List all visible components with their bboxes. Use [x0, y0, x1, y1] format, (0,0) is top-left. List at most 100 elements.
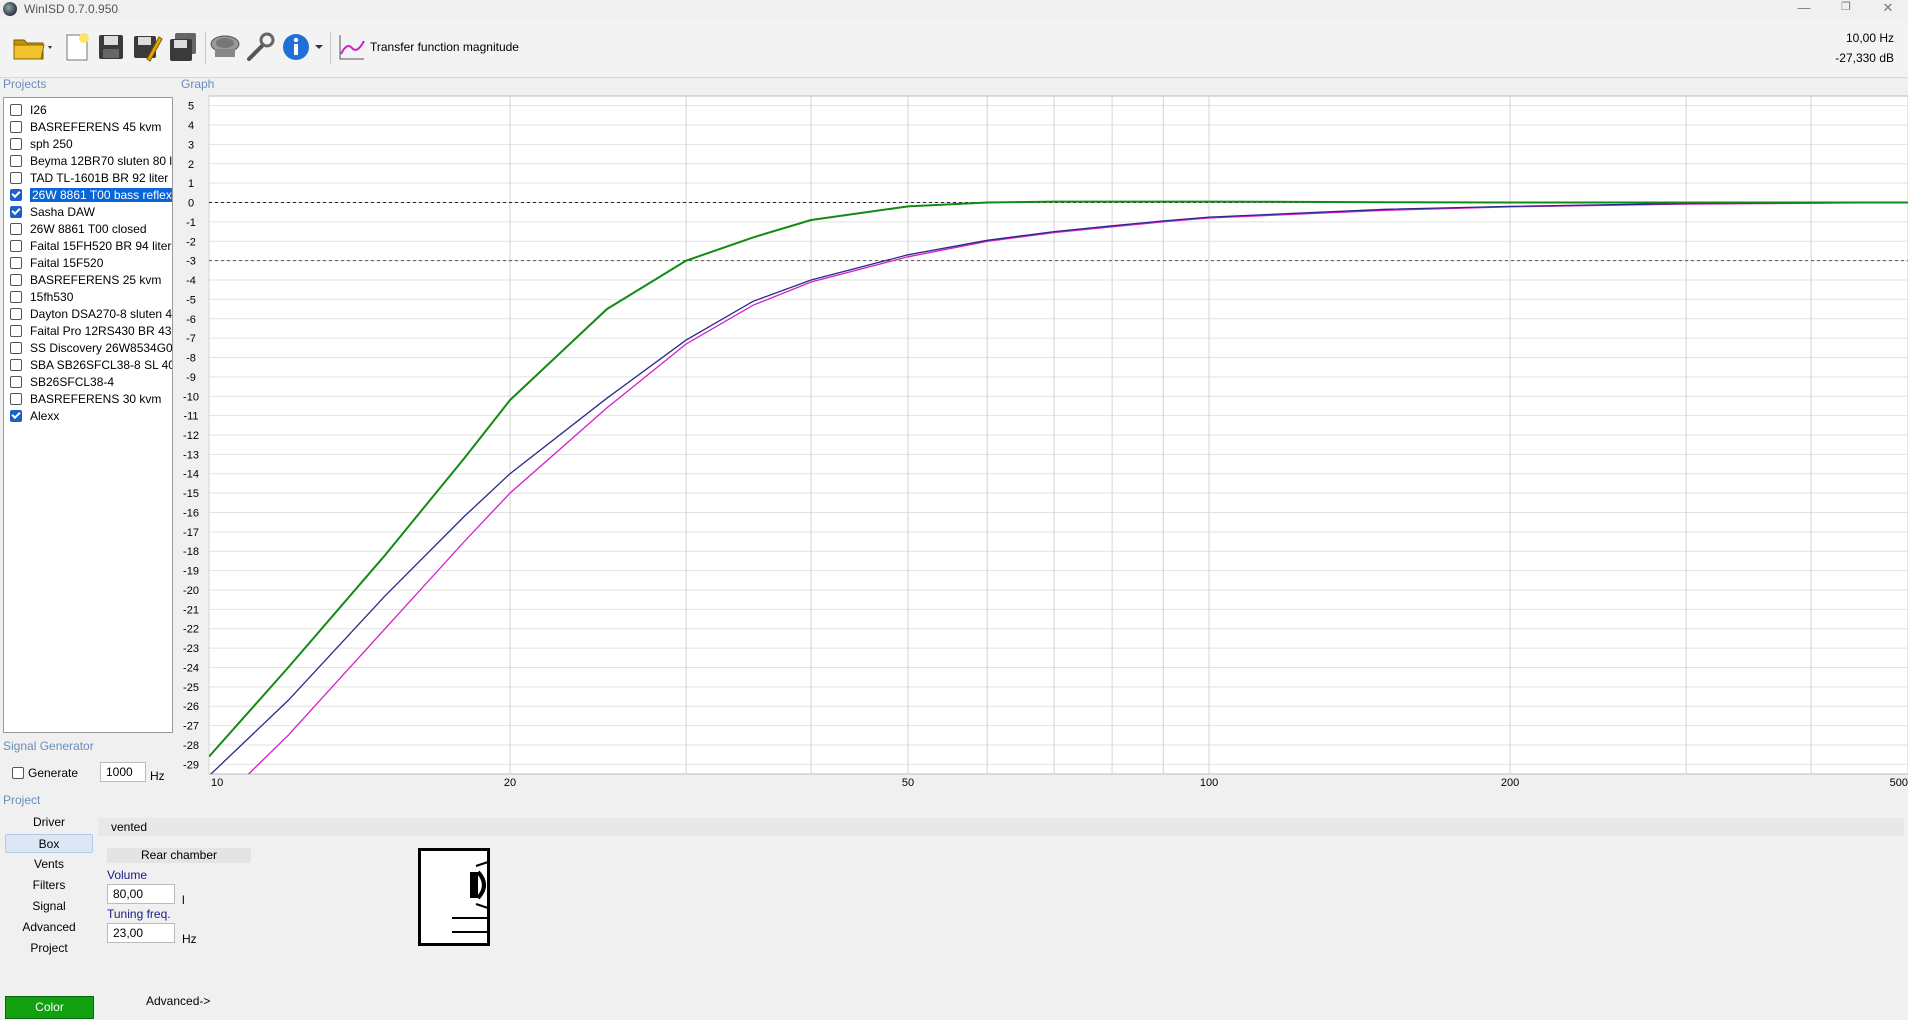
generator-frequency-input[interactable]: 1000	[100, 762, 146, 782]
project-checkbox[interactable]	[10, 375, 22, 388]
project-list-item[interactable]: TAD TL-1601B BR 92 liter	[6, 169, 172, 186]
project-checkbox[interactable]	[10, 222, 22, 235]
tab-signal[interactable]: Signal	[5, 897, 93, 916]
project-list-item[interactable]: Faital 15F520	[6, 254, 172, 271]
options-wrench-icon[interactable]	[243, 30, 277, 64]
project-checkbox[interactable]	[10, 103, 22, 116]
x-tick-label: 20	[504, 777, 516, 788]
y-tick-label: -28	[183, 740, 199, 752]
graph-type-icon[interactable]	[335, 30, 369, 64]
project-list-item[interactable]: Alexx	[6, 407, 172, 424]
project-label: SBA SB26SFCL38-8 SL 40 lite	[30, 357, 172, 372]
project-checkbox[interactable]	[10, 358, 22, 371]
project-label: Beyma 12BR70 sluten 80 lite	[30, 153, 172, 168]
project-label: 15fh530	[30, 289, 74, 304]
y-tick-label: -20	[183, 585, 199, 597]
project-checkbox[interactable]	[10, 154, 22, 167]
save-all-icon[interactable]	[166, 30, 200, 64]
generate-checkbox[interactable]	[12, 767, 24, 779]
y-tick-label: -29	[183, 759, 199, 771]
project-checkbox[interactable]	[10, 392, 22, 405]
project-checkbox[interactable]	[10, 205, 22, 218]
project-checkbox[interactable]	[10, 290, 22, 303]
project-checkbox[interactable]	[10, 307, 22, 320]
project-checkbox[interactable]	[10, 409, 22, 422]
save-icon[interactable]	[94, 30, 128, 64]
project-list-item[interactable]: SB26SFCL38-4	[6, 373, 172, 390]
project-checkbox[interactable]	[10, 120, 22, 133]
project-list-item[interactable]: 26W 8861 T00 bass reflex	[6, 186, 172, 203]
driver-editor-icon[interactable]	[208, 30, 242, 64]
save-as-icon[interactable]	[130, 30, 164, 64]
y-tick-label: -13	[183, 449, 199, 461]
tab-project[interactable]: Project	[5, 939, 93, 958]
color-button[interactable]: Color	[5, 996, 94, 1019]
x-tick-label: 100	[1200, 777, 1218, 788]
volume-field[interactable]: 80,00	[107, 884, 175, 904]
tuning-freq-field[interactable]: 23,00	[107, 923, 175, 943]
minimize-button[interactable]: —	[1786, 0, 1822, 17]
project-checkbox[interactable]	[10, 188, 22, 201]
y-tick-label: -26	[183, 701, 199, 713]
project-list-item[interactable]: BASREFERENS 45 kvm	[6, 118, 172, 135]
graph-type-label[interactable]: Transfer function magnitude	[370, 40, 519, 54]
project-checkbox[interactable]	[10, 171, 22, 184]
project-label: Faital Pro 12RS430 BR 43 lite	[30, 323, 172, 338]
open-folder-icon[interactable]	[10, 30, 56, 64]
y-tick-label: -3	[186, 256, 196, 268]
project-list-item[interactable]: Faital 15FH520 BR 94 liter	[6, 237, 172, 254]
y-tick-label: -4	[186, 275, 196, 287]
graph-title: Graph	[181, 77, 215, 91]
project-label: BASREFERENS 30 kvm	[30, 391, 162, 406]
projects-list[interactable]: I26 BASREFERENS 45 kvm sph 250 Beyma 12BR70…	[3, 97, 173, 733]
y-tick-label: -18	[183, 546, 199, 558]
tab-rear-chamber[interactable]: Rear chamber	[107, 848, 251, 863]
advanced-link[interactable]: Advanced->	[146, 994, 210, 1008]
project-checkbox[interactable]	[10, 273, 22, 286]
cursor-level-readout: -27,330 dB	[1835, 51, 1894, 65]
project-list-item[interactable]: Beyma 12BR70 sluten 80 lite	[6, 152, 172, 169]
tab-vents[interactable]: Vents	[5, 855, 93, 874]
tab-box[interactable]: Box	[5, 834, 93, 853]
project-list-item[interactable]: Dayton DSA270-8 sluten 42	[6, 305, 172, 322]
project-checkbox[interactable]	[10, 137, 22, 150]
y-tick-label: -25	[183, 682, 199, 694]
project-list-item[interactable]: sph 250	[6, 135, 172, 152]
tab-driver[interactable]: Driver	[5, 813, 93, 832]
project-list-item[interactable]: SS Discovery 26W8534G00 s	[6, 339, 172, 356]
y-tick-label: -19	[183, 566, 199, 578]
x-tick-label: 50	[902, 777, 914, 788]
close-button[interactable]: ✕	[1870, 0, 1906, 17]
info-icon[interactable]	[279, 30, 313, 64]
project-label: SS Discovery 26W8534G00 s	[30, 340, 172, 355]
project-list-item[interactable]: 26W 8861 T00 closed	[6, 220, 172, 237]
generate-checkbox-row[interactable]: Generate	[12, 766, 78, 780]
tab-filters[interactable]: Filters	[5, 876, 93, 895]
project-label: 26W 8861 T00 bass reflex	[30, 187, 172, 202]
project-checkbox[interactable]	[10, 256, 22, 269]
project-label: Faital 15F520	[30, 255, 104, 270]
project-list-item[interactable]: Faital Pro 12RS430 BR 43 lite	[6, 322, 172, 339]
project-section-title: Project	[3, 793, 41, 807]
project-label: BASREFERENS 25 kvm	[30, 272, 162, 287]
box-type-select[interactable]: vented	[98, 818, 1904, 836]
y-tick-label: -24	[183, 662, 199, 674]
app-icon	[3, 1, 17, 16]
chevron-down-icon[interactable]	[312, 30, 326, 64]
new-project-icon[interactable]	[60, 30, 94, 64]
transfer-function-graph[interactable]: 543210-1-2-3-4-5-6-7-8-9-10-11-12-13-14-…	[176, 94, 1908, 788]
restore-button[interactable]: ❐	[1828, 0, 1864, 17]
project-list-item[interactable]: SBA SB26SFCL38-8 SL 40 lite	[6, 356, 172, 373]
project-label: BASREFERENS 45 kvm	[30, 119, 162, 134]
project-list-item[interactable]: Sasha DAW	[6, 203, 172, 220]
project-label: Sasha DAW	[30, 204, 95, 219]
project-checkbox[interactable]	[10, 239, 22, 252]
title-bar: WinISD 0.7.0.950 — ❐ ✕	[0, 0, 1908, 17]
project-list-item[interactable]: BASREFERENS 25 kvm	[6, 271, 172, 288]
project-list-item[interactable]: I26	[6, 101, 172, 118]
project-list-item[interactable]: BASREFERENS 30 kvm	[6, 390, 172, 407]
tab-advanced[interactable]: Advanced	[5, 918, 93, 937]
project-checkbox[interactable]	[10, 341, 22, 354]
project-list-item[interactable]: 15fh530	[6, 288, 172, 305]
project-checkbox[interactable]	[10, 324, 22, 337]
